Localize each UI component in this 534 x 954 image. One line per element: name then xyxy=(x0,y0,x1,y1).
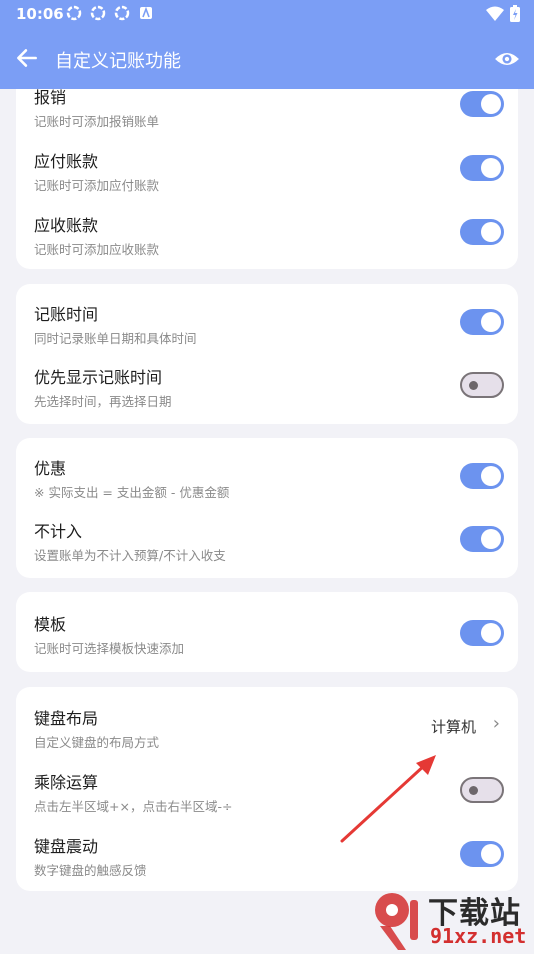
setting-row-time-first[interactable]: 优先显示记账时间 先选择时间，再选择日期 xyxy=(16,364,518,428)
setting-subtitle: 数字键盘的触感反馈 xyxy=(34,863,147,878)
toggle-switch[interactable] xyxy=(460,155,504,181)
reimbursement-settings-card: 报销 记账时可添加报销账单 应付账款 记账时可添加应付账款 应收账款 记账时可添… xyxy=(16,70,518,269)
setting-row-accounts-payable[interactable]: 应付账款 记账时可添加应付账款 xyxy=(16,148,518,212)
setting-subtitle: 记账时可添加报销账单 xyxy=(34,114,160,129)
setting-row-template[interactable]: 模板 记账时可选择模板快速添加 xyxy=(16,611,518,675)
annotation-arrow-icon xyxy=(340,755,436,843)
setting-title: 键盘布局 xyxy=(34,709,99,728)
status-bar: 10:06 xyxy=(0,0,534,28)
keyboard-layout-value: 计算机 xyxy=(430,718,476,736)
setting-title: 模板 xyxy=(34,615,67,634)
toggle-switch[interactable] xyxy=(460,777,504,803)
setting-subtitle: 点击左半区域+×，点击右半区域-÷ xyxy=(34,799,233,814)
setting-title: 优惠 xyxy=(34,459,67,478)
watermark-url: 91xz.net xyxy=(430,924,527,948)
toggle-switch[interactable] xyxy=(460,219,504,245)
toggle-switch[interactable] xyxy=(460,463,504,489)
wifi-icon xyxy=(486,6,504,21)
discount-settings-card: 优惠 ※ 实际支出 = 支出金额 - 优惠金额 不计入 设置账单为不计入预算/不… xyxy=(16,438,518,578)
watermark-logo: 下载站 91xz.net xyxy=(362,886,534,950)
setting-row-exclude[interactable]: 不计入 设置账单为不计入预算/不计入收支 xyxy=(16,518,518,582)
toggle-switch[interactable] xyxy=(460,309,504,335)
setting-subtitle: 记账时可添加应收账款 xyxy=(34,242,160,257)
app-notification-icon xyxy=(90,5,106,21)
setting-title: 应收账款 xyxy=(34,216,99,235)
back-arrow-icon[interactable] xyxy=(14,45,40,71)
setting-subtitle: 记账时可选择模板快速添加 xyxy=(34,641,185,656)
toggle-switch[interactable] xyxy=(460,841,504,867)
toggle-switch[interactable] xyxy=(460,526,504,552)
toggle-switch[interactable] xyxy=(460,620,504,646)
setting-title: 记账时间 xyxy=(34,305,99,324)
toggle-switch[interactable] xyxy=(460,91,504,117)
setting-subtitle: 同时记录账单日期和具体时间 xyxy=(34,331,197,346)
setting-row-accounts-receivable[interactable]: 应收账款 记账时可添加应收账款 xyxy=(16,212,518,276)
setting-title: 键盘震动 xyxy=(34,837,99,856)
template-settings-card: 模板 记账时可选择模板快速添加 xyxy=(16,592,518,672)
setting-row-discount[interactable]: 优惠 ※ 实际支出 = 支出金额 - 优惠金额 xyxy=(16,455,518,519)
app-bar-overlay: 自定义记账功能 xyxy=(0,28,534,89)
status-time: 10:06 xyxy=(16,5,64,23)
setting-title: 应付账款 xyxy=(34,152,99,171)
setting-title: 不计入 xyxy=(34,522,83,541)
setting-row-record-time[interactable]: 记账时间 同时记录账单日期和具体时间 xyxy=(16,301,518,365)
setting-subtitle: 设置账单为不计入预算/不计入收支 xyxy=(34,548,226,563)
chevron-right-icon: › xyxy=(492,713,500,734)
setting-subtitle: 记账时可添加应付账款 xyxy=(34,178,160,193)
app-notification-icon xyxy=(114,5,130,21)
setting-row-reimbursement[interactable]: 报销 记账时可添加报销账单 xyxy=(16,84,518,148)
setting-subtitle: ※ 实际支出 = 支出金额 - 优惠金额 xyxy=(34,485,230,500)
setting-subtitle: 自定义键盘的布局方式 xyxy=(34,735,160,750)
toggle-switch[interactable] xyxy=(460,372,504,398)
setting-subtitle: 先选择时间，再选择日期 xyxy=(34,394,172,409)
app-notification-icon xyxy=(66,5,82,21)
time-settings-card: 记账时间 同时记录账单日期和具体时间 优先显示记账时间 先选择时间，再选择日期 xyxy=(16,284,518,424)
eye-icon[interactable] xyxy=(494,46,520,72)
setting-title: 优先显示记账时间 xyxy=(34,368,163,387)
battery-icon xyxy=(510,5,520,22)
setting-title: 乘除运算 xyxy=(34,773,99,792)
page-title: 自定义记账功能 xyxy=(55,51,181,72)
font-notification-icon xyxy=(140,6,152,19)
